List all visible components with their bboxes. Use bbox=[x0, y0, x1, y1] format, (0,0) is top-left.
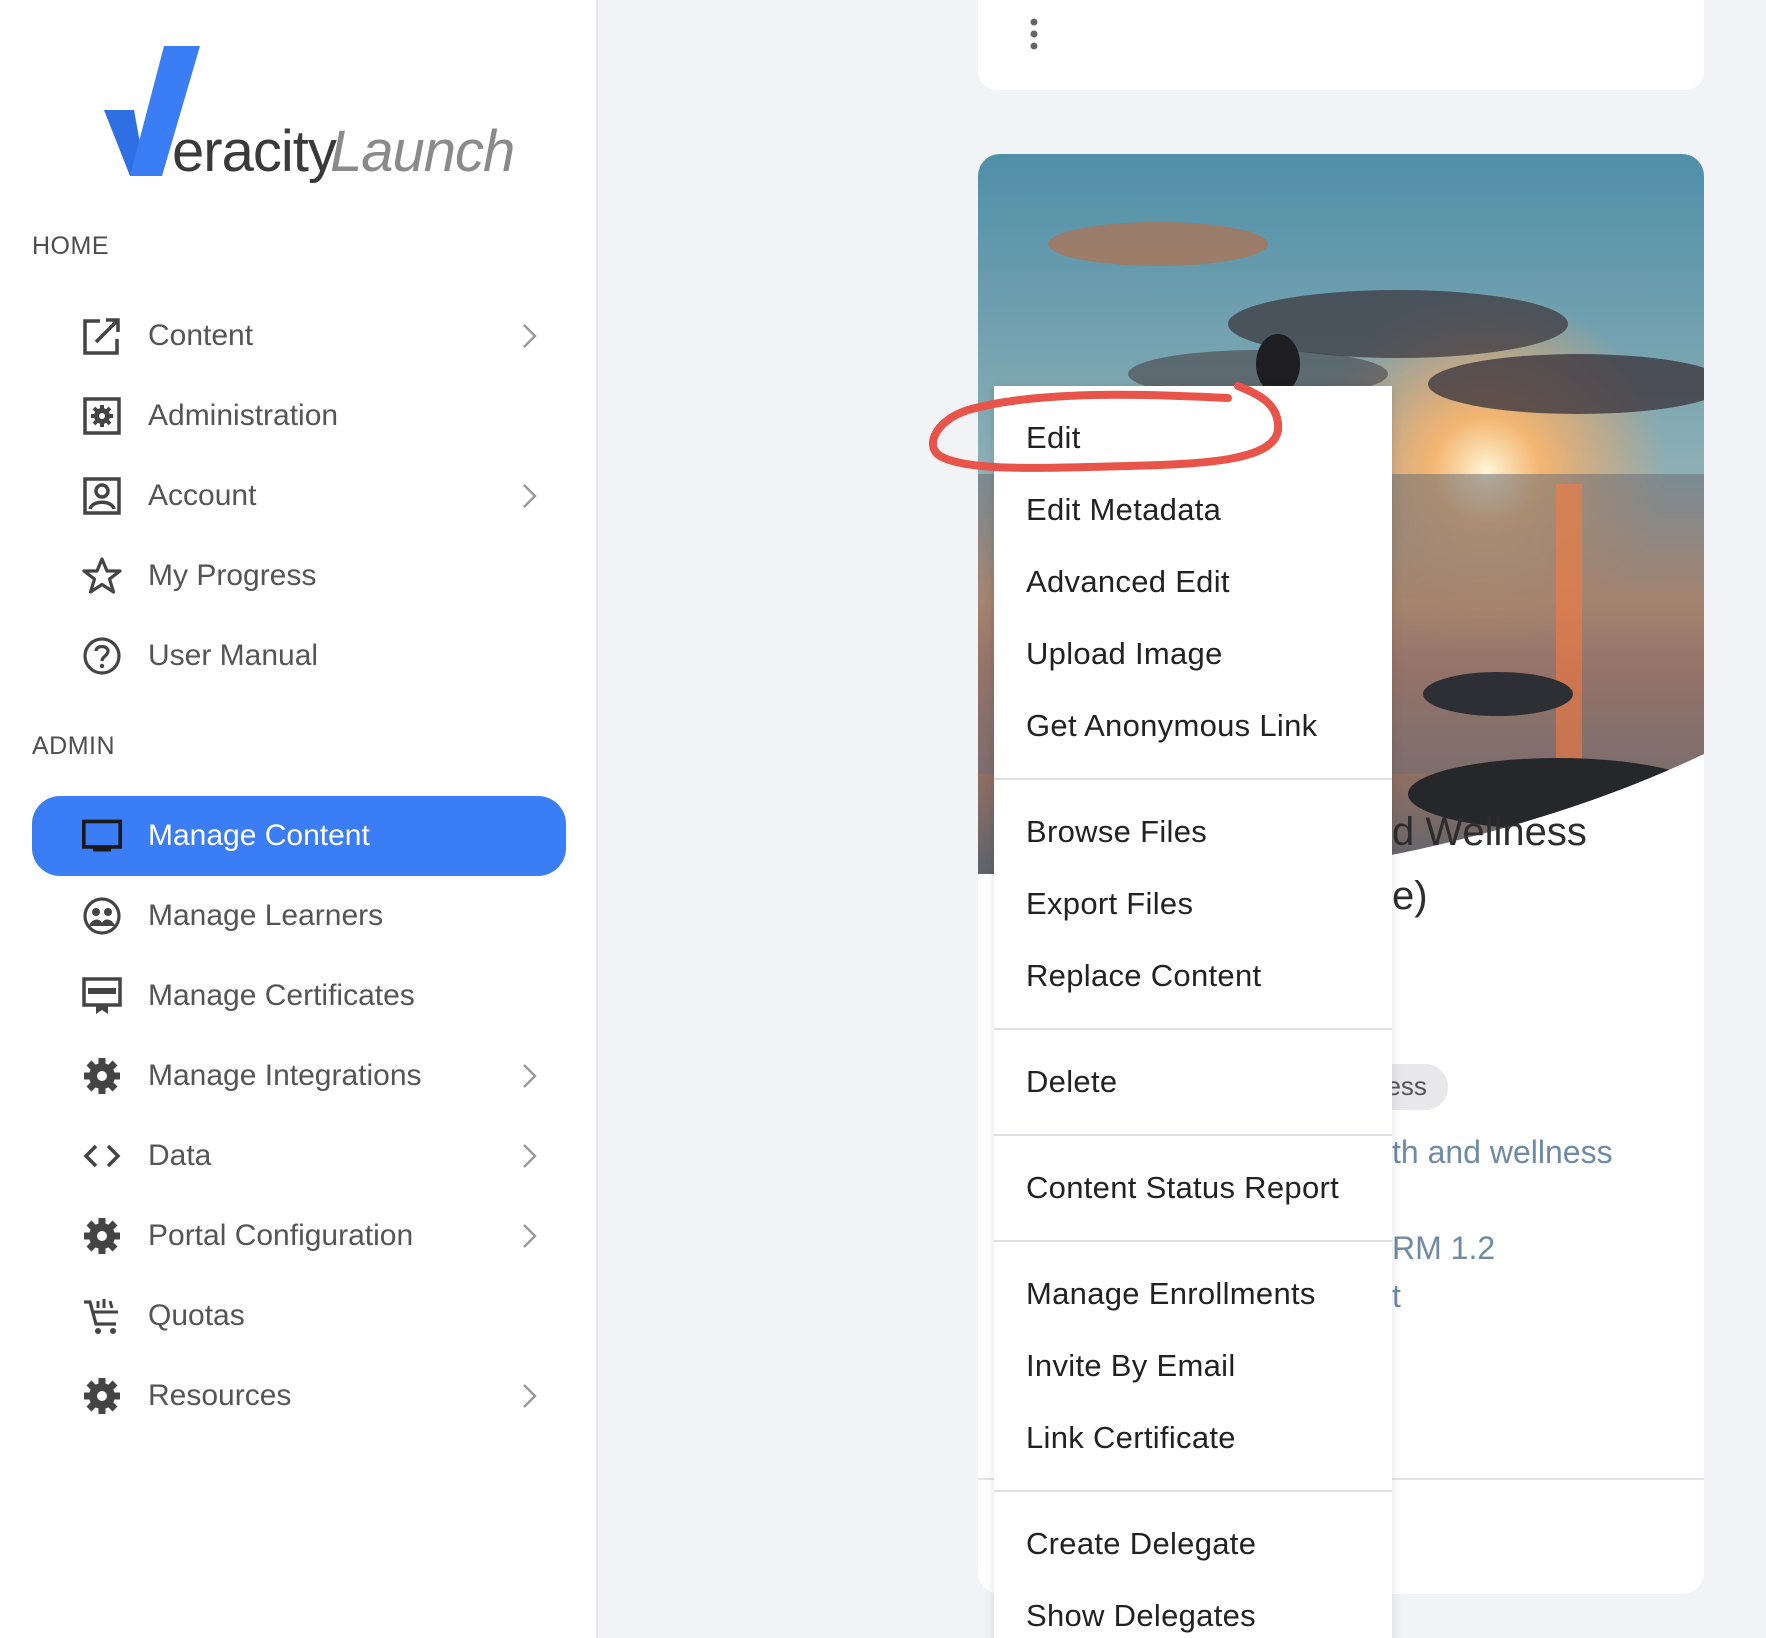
sidebar: eracity Launch HOME Content Administrati… bbox=[0, 0, 598, 1638]
chevron-right-icon bbox=[523, 1384, 537, 1408]
sidebar-item-label: Account bbox=[148, 479, 257, 512]
learners-icon bbox=[82, 896, 122, 936]
sidebar-item-label: Data bbox=[148, 1139, 212, 1172]
section-label-admin: ADMIN bbox=[32, 732, 116, 760]
card-meta: t bbox=[1392, 1278, 1401, 1314]
chevron-right-icon bbox=[523, 1064, 537, 1088]
card-format: RM 1.2 bbox=[1392, 1230, 1496, 1266]
menu-item-export-files[interactable]: Export Files bbox=[1026, 886, 1193, 922]
menu-item-edit[interactable]: Edit bbox=[1026, 420, 1081, 456]
sidebar-item-data[interactable]: Data bbox=[32, 1116, 566, 1196]
menu-item-edit-metadata[interactable]: Edit Metadata bbox=[1026, 492, 1221, 528]
certificate-icon bbox=[82, 976, 122, 1016]
sidebar-item-label: Quotas bbox=[148, 1299, 245, 1332]
account-box-icon bbox=[82, 476, 122, 516]
sidebar-item-manage-content[interactable]: Manage Content bbox=[32, 796, 566, 876]
chevron-right-icon bbox=[523, 1224, 537, 1248]
sidebar-item-resources[interactable]: Resources bbox=[32, 1356, 566, 1436]
star-icon bbox=[82, 556, 122, 596]
brand-word-veracity: eracity bbox=[172, 119, 337, 184]
menu-item-replace-content[interactable]: Replace Content bbox=[1026, 958, 1261, 994]
brand-logo[interactable]: eracity Launch bbox=[100, 40, 520, 190]
menu-separator bbox=[994, 1028, 1392, 1030]
card-title-line2: e) bbox=[1392, 874, 1428, 918]
sidebar-item-manage-learners[interactable]: Manage Learners bbox=[32, 876, 566, 956]
sidebar-item-user-manual[interactable]: User Manual bbox=[32, 616, 566, 696]
menu-separator bbox=[994, 1134, 1392, 1136]
more-options-icon[interactable] bbox=[1024, 18, 1044, 54]
sidebar-item-account[interactable]: Account bbox=[32, 456, 566, 536]
sidebar-item-label: Content bbox=[148, 319, 254, 352]
sidebar-item-manage-certificates[interactable]: Manage Certificates bbox=[32, 956, 566, 1036]
external-link-icon bbox=[82, 316, 122, 356]
menu-item-delete[interactable]: Delete bbox=[1026, 1064, 1117, 1100]
chevron-right-icon bbox=[523, 324, 537, 348]
sidebar-item-label: Manage Content bbox=[148, 819, 370, 852]
sidebar-item-label: User Manual bbox=[148, 639, 319, 672]
menu-separator bbox=[994, 778, 1392, 780]
sidebar-item-my-progress[interactable]: My Progress bbox=[32, 536, 566, 616]
menu-item-content-status-report[interactable]: Content Status Report bbox=[1026, 1170, 1339, 1206]
card-title-line1: d Wellness bbox=[1392, 810, 1587, 854]
menu-item-get-anonymous-link[interactable]: Get Anonymous Link bbox=[1026, 708, 1317, 744]
sidebar-item-portal-configuration[interactable]: Portal Configuration bbox=[32, 1196, 566, 1276]
menu-item-invite-by-email[interactable]: Invite By Email bbox=[1026, 1348, 1236, 1384]
sidebar-item-label: Resources bbox=[148, 1379, 292, 1412]
gear-icon bbox=[82, 1216, 122, 1256]
menu-item-upload-image[interactable]: Upload Image bbox=[1026, 636, 1223, 672]
menu-item-advanced-edit[interactable]: Advanced Edit bbox=[1026, 564, 1230, 600]
sidebar-item-quotas[interactable]: Quotas bbox=[32, 1276, 566, 1356]
brand-word-launch: Launch bbox=[330, 119, 515, 184]
menu-separator bbox=[994, 1240, 1392, 1242]
sidebar-item-manage-integrations[interactable]: Manage Integrations bbox=[32, 1036, 566, 1116]
menu-separator bbox=[994, 1490, 1392, 1492]
sidebar-item-label: My Progress bbox=[148, 559, 317, 592]
sidebar-item-administration[interactable]: Administration bbox=[32, 376, 566, 456]
chevron-right-icon bbox=[523, 1144, 537, 1168]
content-context-menu: Edit Edit Metadata Advanced Edit Upload … bbox=[994, 386, 1392, 1638]
section-label-home: HOME bbox=[32, 232, 109, 260]
menu-item-manage-enrollments[interactable]: Manage Enrollments bbox=[1026, 1276, 1316, 1312]
chevron-right-icon bbox=[523, 484, 537, 508]
code-icon bbox=[82, 1136, 122, 1176]
monitor-icon bbox=[82, 816, 122, 856]
gear-box-icon bbox=[82, 396, 122, 436]
sidebar-item-label: Portal Configuration bbox=[148, 1219, 414, 1252]
sidebar-item-content[interactable]: Content bbox=[32, 296, 566, 376]
gear-icon bbox=[82, 1376, 122, 1416]
gear-icon bbox=[82, 1056, 122, 1096]
cart-icon bbox=[82, 1296, 122, 1336]
sidebar-item-label: Manage Certificates bbox=[148, 979, 415, 1012]
menu-item-browse-files[interactable]: Browse Files bbox=[1026, 814, 1207, 850]
content-card-previous bbox=[978, 0, 1704, 90]
sidebar-item-label: Administration bbox=[148, 399, 339, 432]
menu-item-link-certificate[interactable]: Link Certificate bbox=[1026, 1420, 1236, 1456]
sidebar-item-label: Manage Learners bbox=[148, 899, 384, 932]
menu-item-show-delegates[interactable]: Show Delegates bbox=[1026, 1598, 1256, 1634]
card-description: th and wellness bbox=[1392, 1134, 1613, 1170]
question-circle-icon bbox=[82, 636, 122, 676]
sidebar-item-label: Manage Integrations bbox=[148, 1059, 422, 1092]
menu-item-create-delegate[interactable]: Create Delegate bbox=[1026, 1526, 1256, 1562]
